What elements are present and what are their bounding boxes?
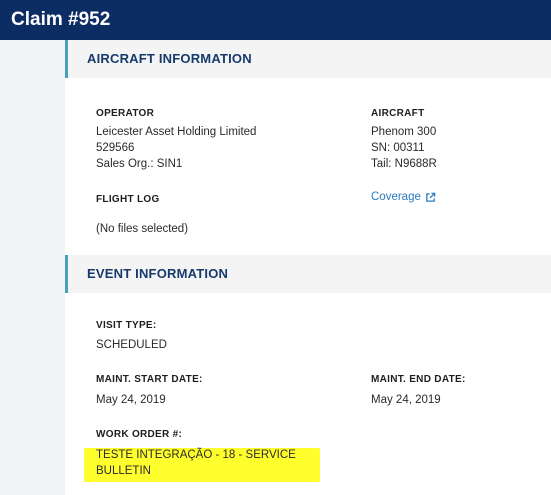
section-title: AIRCRAFT INFORMATION (87, 51, 252, 66)
aircraft-information-header[interactable]: AIRCRAFT INFORMATION (65, 40, 551, 78)
visit-type-value: SCHEDULED (96, 339, 167, 351)
claim-title-bar: Claim #952 (0, 0, 551, 40)
aircraft-tail-number: Tail: N9688R (371, 158, 437, 170)
claim-detail-panel: AIRCRAFT INFORMATION OPERATOR Leicester … (65, 40, 551, 495)
section-title: EVENT INFORMATION (87, 266, 229, 281)
event-information-header[interactable]: EVENT INFORMATION (65, 255, 551, 293)
work-order-value-line-2: BULLETIN (96, 465, 151, 477)
operator-name: Leicester Asset Holding Limited (96, 126, 257, 138)
operator-label: OPERATOR (96, 108, 155, 119)
visit-type-label: VISIT TYPE: (96, 320, 157, 331)
maint-start-date-label: MAINT. START DATE: (96, 374, 203, 385)
flight-log-files: (No files selected) (96, 223, 189, 235)
maint-end-date-value: May 24, 2019 (371, 394, 441, 406)
flight-log-label: FLIGHT LOG (96, 194, 160, 205)
aircraft-label: AIRCRAFT (371, 108, 425, 119)
coverage-link-label: Coverage (371, 191, 421, 203)
external-link-icon (426, 192, 436, 202)
coverage-link[interactable]: Coverage (371, 191, 436, 203)
operator-code: 529566 (96, 142, 135, 154)
maint-start-date-value: May 24, 2019 (96, 394, 166, 406)
maint-end-date-label: MAINT. END DATE: (371, 374, 466, 385)
work-order-value-line-1: TESTE INTEGRAÇÃO - 18 - SERVICE (96, 449, 296, 461)
page-title: Claim #952 (11, 9, 111, 30)
aircraft-model: Phenom 300 (371, 126, 437, 138)
work-order-label: WORK ORDER #: (96, 429, 183, 440)
aircraft-serial-number: SN: 00311 (371, 142, 425, 154)
operator-sales-org: Sales Org.: SIN1 (96, 158, 183, 170)
